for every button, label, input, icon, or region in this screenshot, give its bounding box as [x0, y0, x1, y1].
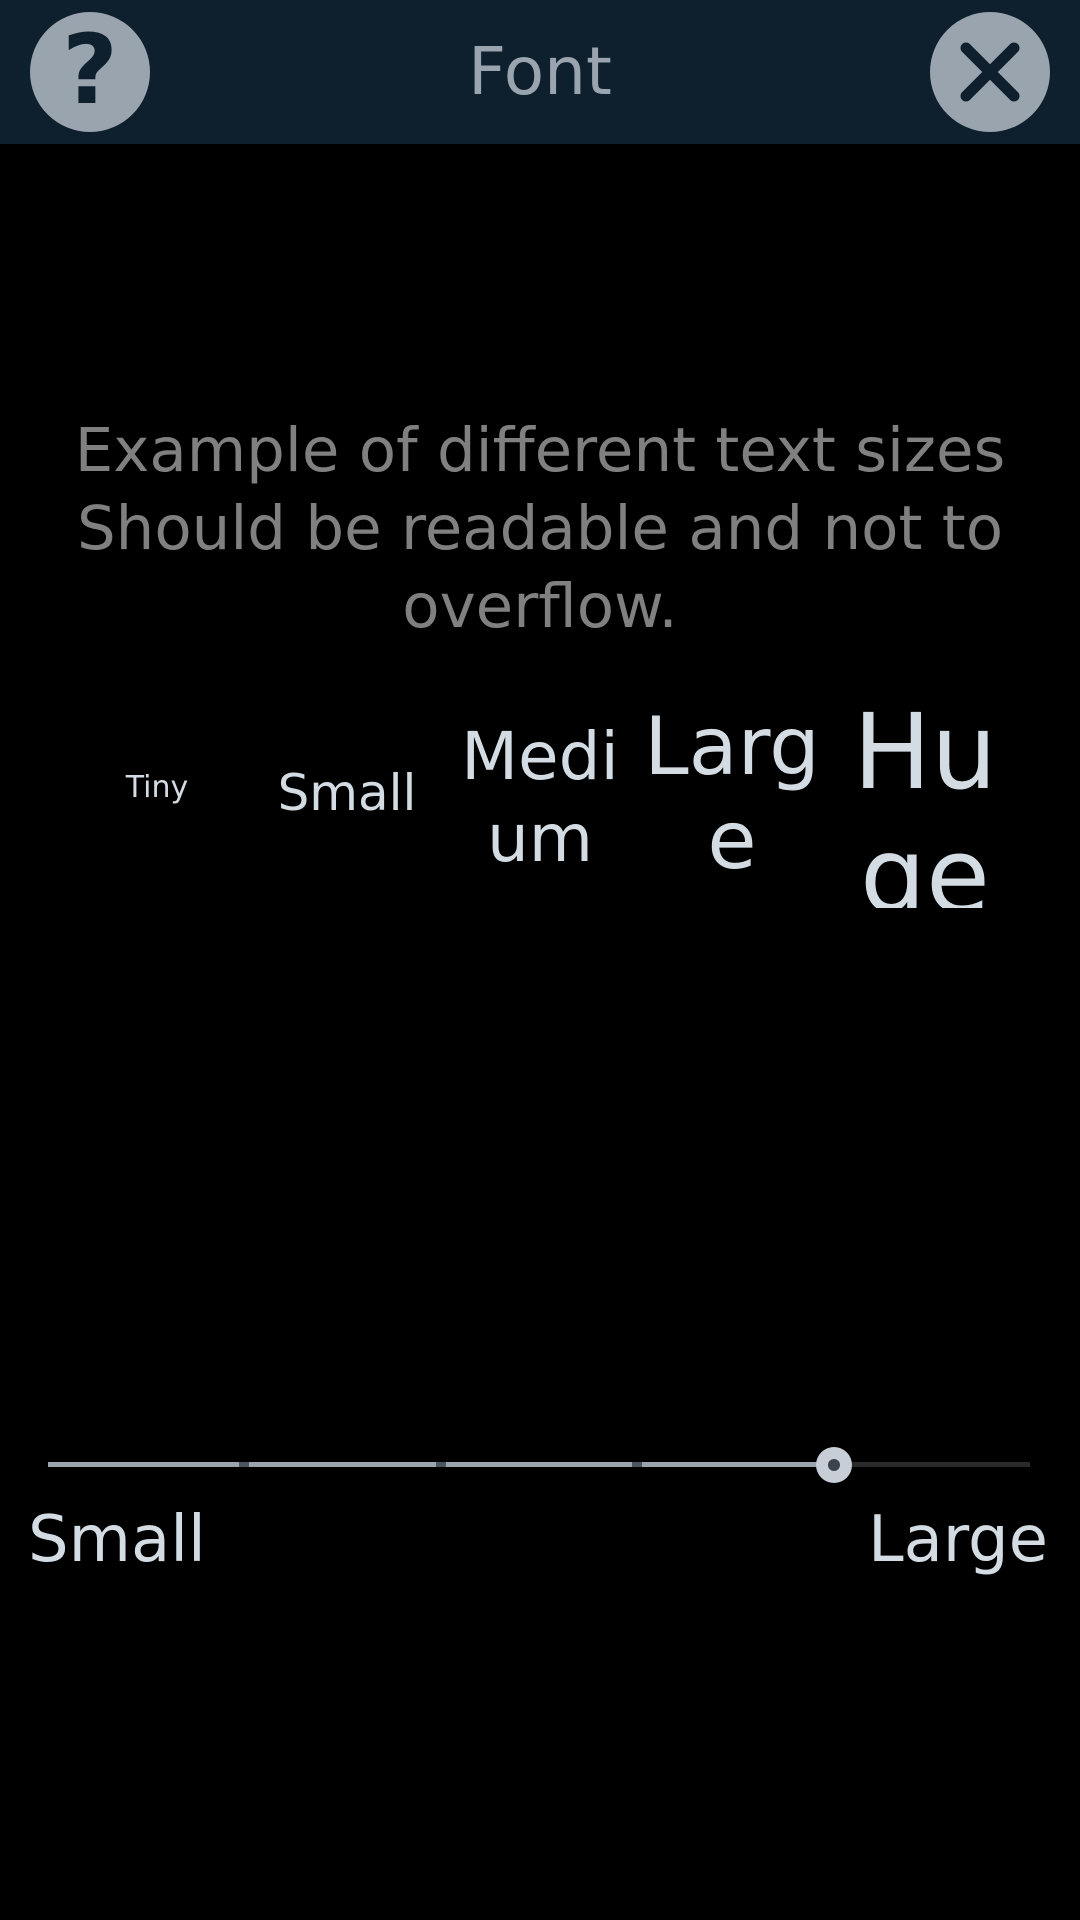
- example-text: Example of different text sizes Should b…: [40, 412, 1040, 646]
- slider-max-label: Large: [867, 1503, 1048, 1577]
- size-sample-medium: Medium: [461, 718, 619, 877]
- size-sample-small: Small: [277, 764, 417, 822]
- slider-thumb-dot: [828, 1459, 840, 1471]
- example-line-1: Example of different text sizes: [74, 415, 1006, 486]
- font-size-slider[interactable]: [48, 1447, 1030, 1483]
- close-icon: [960, 42, 1020, 102]
- size-sample-tiny: Tiny: [125, 770, 189, 805]
- slider-tick: [239, 1462, 249, 1467]
- size-sample-large: Large: [644, 700, 820, 887]
- example-line-2: Should be readable and not to: [76, 493, 1004, 564]
- close-button[interactable]: [930, 12, 1050, 132]
- page-title: Font: [468, 33, 612, 110]
- example-line-3: overflow.: [402, 571, 678, 642]
- slider-thumb[interactable]: [816, 1447, 852, 1483]
- top-bar: ? Font: [0, 0, 1080, 144]
- slider-tick: [632, 1462, 642, 1467]
- slider-min-label: Small: [28, 1503, 206, 1577]
- size-sample-huge: Huge: [852, 691, 998, 908]
- slider-tick: [436, 1462, 446, 1467]
